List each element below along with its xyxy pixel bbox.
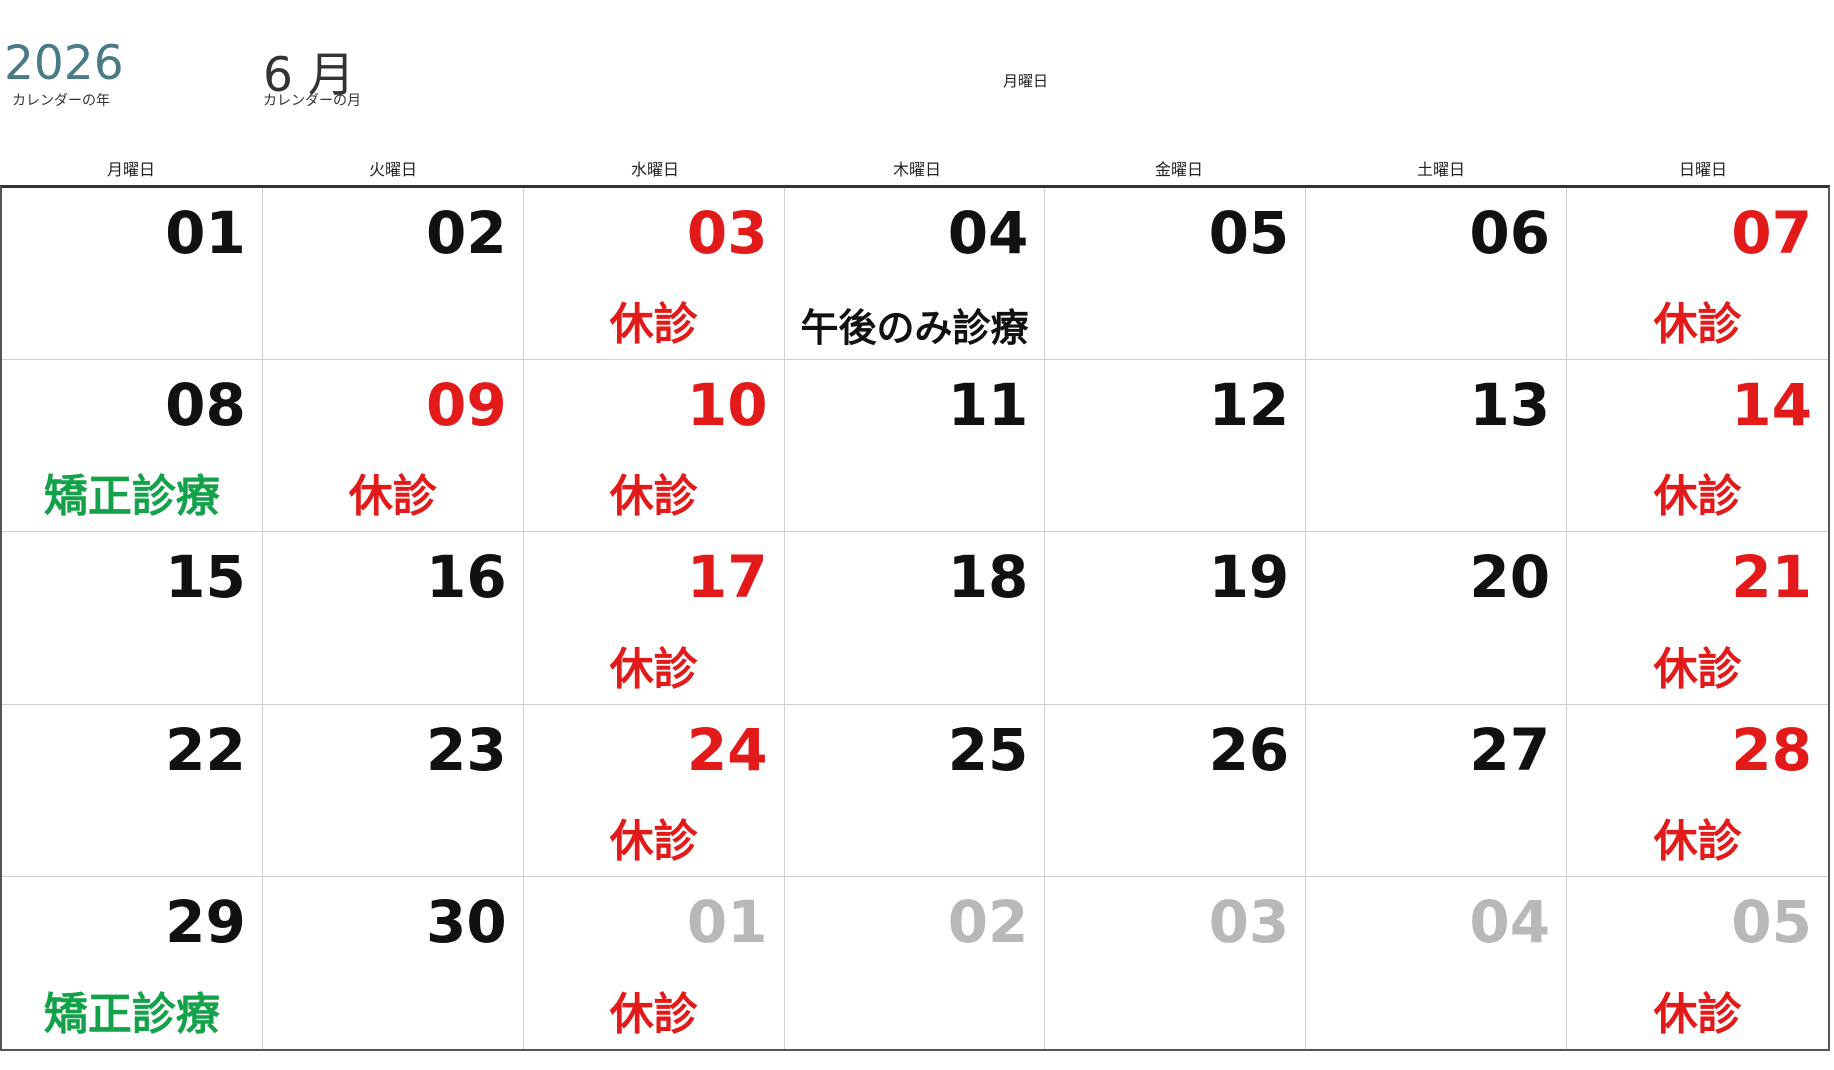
calendar-day-cell[interactable]: 03 休診 bbox=[523, 188, 785, 361]
calendar-day-cell[interactable]: 16 bbox=[262, 532, 524, 705]
day-number: 10 bbox=[686, 371, 768, 440]
weekday-header: 月曜日 火曜日 水曜日 木曜日 金曜日 土曜日 日曜日 bbox=[0, 156, 1834, 182]
calendar-day-cell[interactable]: 12 bbox=[1045, 360, 1307, 533]
day-note: 休診 bbox=[609, 815, 698, 867]
calendar-day-cell[interactable]: 01 bbox=[2, 188, 263, 361]
day-number: 02 bbox=[425, 199, 507, 267]
calendar-day-cell[interactable]: 27 bbox=[1306, 704, 1568, 877]
calendar-grid: 01 02 03 休診 04 午後のみ診療 05 06 07 休診 08 矯正診療 09 休診 10 休診 11… bbox=[0, 185, 1830, 1051]
day-number: 18 bbox=[947, 543, 1029, 612]
day-number: 09 bbox=[425, 371, 507, 440]
calendar-day-cell[interactable]: 23 bbox=[262, 704, 524, 877]
calendar-day-cell[interactable]: 15 bbox=[2, 532, 263, 705]
calendar-day-cell[interactable]: 11 bbox=[784, 360, 1046, 533]
weekday-mon: 月曜日 bbox=[106, 160, 155, 179]
day-note: 休診 bbox=[609, 299, 698, 351]
day-number: 25 bbox=[947, 715, 1029, 784]
calendar-day-cell[interactable]: 10 休診 bbox=[523, 360, 785, 533]
day-number: 04 bbox=[947, 199, 1029, 267]
day-note: 休診 bbox=[609, 988, 698, 1040]
calendar-day-cell[interactable]: 26 bbox=[1045, 704, 1307, 877]
calendar-day-cell[interactable]: 20 bbox=[1306, 532, 1568, 705]
calendar-day-cell[interactable]: 09 休診 bbox=[262, 360, 524, 533]
calendar-day-cell[interactable]: 25 bbox=[784, 704, 1046, 877]
calendar-day-cell[interactable]: 13 bbox=[1306, 360, 1568, 533]
day-number: 01 bbox=[165, 199, 246, 267]
day-number: 24 bbox=[686, 715, 768, 784]
calendar-month-caption: カレンダーの月 bbox=[263, 93, 361, 109]
weekday-sat: 土曜日 bbox=[1416, 160, 1465, 179]
week-start-label: 月曜日 bbox=[1003, 72, 1049, 90]
weekday-wed: 水曜日 bbox=[630, 160, 679, 179]
day-note: 休診 bbox=[1653, 815, 1742, 867]
calendar-day-cell[interactable]: 19 bbox=[1045, 532, 1307, 705]
calendar-day-cell[interactable]: 28 休診 bbox=[1567, 705, 1828, 877]
day-note: 休診 bbox=[1653, 988, 1742, 1040]
day-number: 17 bbox=[686, 543, 768, 612]
calendar-year: 2026 bbox=[4, 36, 124, 91]
day-note: 休診 bbox=[609, 471, 698, 523]
calendar-day-cell[interactable]: 03 bbox=[1045, 876, 1307, 1049]
day-number: 14 bbox=[1731, 371, 1812, 440]
calendar-day-cell[interactable]: 02 bbox=[785, 876, 1046, 1049]
day-number: 29 bbox=[165, 887, 246, 956]
day-number: 04 bbox=[1469, 887, 1551, 956]
day-number: 26 bbox=[1208, 715, 1290, 784]
calendar-day-cell[interactable]: 22 bbox=[2, 704, 263, 877]
day-number: 27 bbox=[1469, 715, 1551, 784]
day-number: 05 bbox=[1208, 199, 1290, 267]
calendar-day-cell[interactable]: 06 bbox=[1306, 188, 1568, 361]
calendar-day-cell[interactable]: 24 休診 bbox=[523, 704, 785, 877]
day-number: 30 bbox=[425, 887, 507, 956]
calendar-day-cell[interactable]: 04 午後のみ診療 bbox=[784, 188, 1046, 361]
day-number: 20 bbox=[1469, 543, 1551, 612]
calendar-day-cell[interactable]: 21 休診 bbox=[1567, 532, 1828, 705]
weekday-tue: 火曜日 bbox=[368, 160, 417, 179]
day-number: 06 bbox=[1469, 199, 1551, 267]
day-number: 11 bbox=[947, 371, 1029, 440]
day-note: 休診 bbox=[1653, 299, 1742, 351]
day-number: 15 bbox=[165, 543, 246, 612]
calendar-day-cell[interactable]: 02 bbox=[262, 188, 524, 361]
day-number: 13 bbox=[1469, 371, 1551, 440]
day-note: 休診 bbox=[1653, 643, 1742, 695]
weekday-fri: 金曜日 bbox=[1154, 160, 1203, 179]
day-number: 16 bbox=[425, 543, 507, 612]
calendar-day-cell[interactable]: 07 休診 bbox=[1567, 188, 1828, 361]
day-note: 矯正診療 bbox=[43, 471, 220, 523]
day-note: 午後のみ診療 bbox=[800, 306, 1029, 351]
day-number: 08 bbox=[165, 371, 246, 440]
day-note: 休診 bbox=[609, 643, 698, 695]
day-number: 19 bbox=[1208, 543, 1290, 612]
day-number: 05 bbox=[1731, 887, 1812, 956]
calendar-day-cell[interactable]: 08 矯正診療 bbox=[2, 360, 263, 533]
calendar-day-cell[interactable]: 29 矯正診療 bbox=[2, 876, 263, 1049]
day-number: 01 bbox=[686, 887, 768, 956]
day-number: 03 bbox=[686, 199, 768, 267]
weekday-thu: 木曜日 bbox=[892, 160, 941, 179]
day-number: 03 bbox=[1208, 887, 1290, 956]
day-note: 休診 bbox=[1653, 471, 1742, 523]
calendar-day-cell[interactable]: 01 休診 bbox=[524, 876, 785, 1049]
calendar-day-cell[interactable]: 05 bbox=[1045, 188, 1307, 361]
calendar-day-cell[interactable]: 17 休診 bbox=[523, 532, 785, 705]
calendar-day-cell[interactable]: 18 bbox=[784, 532, 1046, 705]
day-number: 21 bbox=[1731, 543, 1812, 612]
day-number: 02 bbox=[947, 887, 1029, 956]
calendar-day-cell[interactable]: 30 bbox=[263, 876, 524, 1049]
calendar-day-cell[interactable]: 04 bbox=[1306, 876, 1568, 1049]
weekday-sun: 日曜日 bbox=[1678, 160, 1727, 179]
day-note: 矯正診療 bbox=[43, 988, 220, 1040]
calendar-year-caption: カレンダーの年 bbox=[12, 93, 110, 109]
calendar-day-cell[interactable]: 14 休診 bbox=[1567, 360, 1828, 533]
day-number: 22 bbox=[165, 715, 246, 784]
day-number: 12 bbox=[1208, 371, 1290, 440]
day-number: 07 bbox=[1731, 199, 1812, 267]
day-note: 休診 bbox=[348, 471, 437, 523]
day-number: 23 bbox=[425, 715, 507, 784]
calendar-day-cell[interactable]: 05 休診 bbox=[1567, 877, 1828, 1049]
day-number: 28 bbox=[1731, 715, 1812, 784]
